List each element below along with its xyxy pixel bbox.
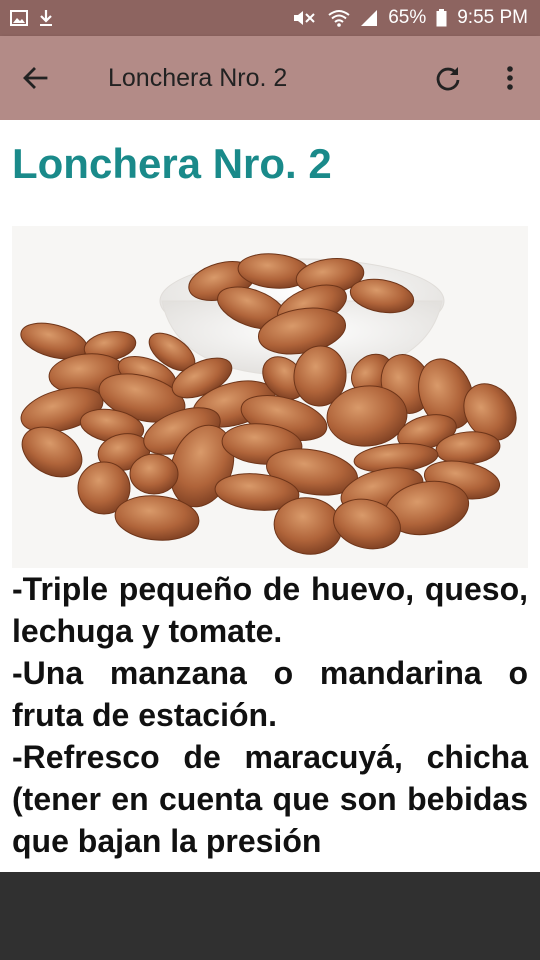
download-icon: [38, 9, 54, 27]
status-left: [10, 9, 54, 27]
back-arrow-icon: [22, 66, 48, 90]
app-bar: Lonchera Nro. 2: [0, 36, 540, 120]
more-options-button[interactable]: [480, 36, 540, 120]
status-bar: 65% 9:55 PM: [0, 0, 540, 36]
signal-icon: [360, 9, 378, 27]
battery-percent: 65%: [388, 7, 427, 28]
back-button[interactable]: [0, 36, 70, 120]
mute-icon: [292, 9, 318, 27]
content-scroll-area[interactable]: Lonchera Nro. 2 -Triple pequeño de huevo…: [0, 120, 540, 872]
almonds-image: [12, 226, 528, 568]
status-right: 65% 9:55 PM: [292, 7, 528, 29]
navigation-bar: [0, 872, 540, 960]
clock: 9:55 PM: [457, 7, 528, 28]
refresh-button[interactable]: [416, 36, 480, 120]
battery-icon: [436, 9, 447, 27]
refresh-icon: [434, 64, 462, 92]
paragraph-item-3: -Refresco de maracuyá, chicha (tener en …: [12, 739, 528, 859]
page-title: Lonchera Nro. 2: [12, 140, 332, 187]
app-bar-title: Lonchera Nro. 2: [108, 63, 288, 92]
paragraph-item-2: -Una manzana o mandarina o fruta de esta…: [12, 655, 528, 733]
image-icon: [10, 10, 28, 26]
more-vert-icon: [506, 65, 514, 91]
paragraph-item-1: -Triple pequeño de huevo, queso, lechuga…: [12, 571, 528, 649]
wifi-icon: [328, 9, 350, 27]
lunchbox-description: -Triple pequeño de huevo, queso, lechuga…: [12, 568, 528, 862]
